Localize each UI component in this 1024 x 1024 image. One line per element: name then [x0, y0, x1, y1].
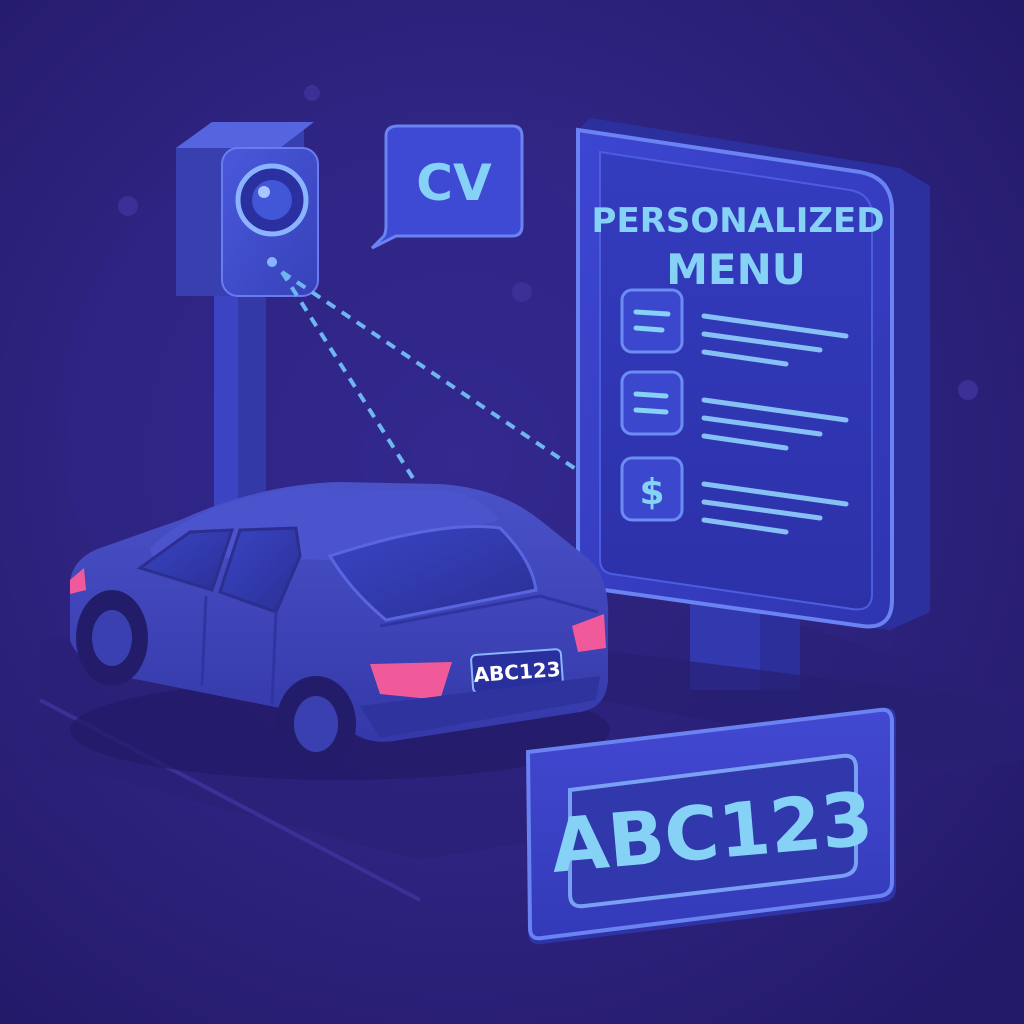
cv-speech-bubble: CV — [370, 124, 524, 250]
list-icon — [620, 370, 684, 436]
bokeh-dot — [304, 85, 320, 101]
menu-title-line2: MENU — [666, 245, 806, 294]
dollar-icon: $ — [620, 456, 684, 522]
bokeh-dot — [118, 196, 138, 216]
scene-svg: CV PERSONALIZED MENU $ ABC123 ABC123 — [0, 0, 1024, 1024]
camera-pole — [214, 290, 266, 520]
wheel — [276, 676, 356, 772]
wheel — [76, 590, 148, 686]
menu-title-line1: PERSONALIZED — [592, 201, 885, 241]
camera — [176, 122, 319, 297]
dollar-symbol: $ — [639, 472, 664, 513]
illustration: CV PERSONALIZED MENU $ ABC123 ABC123 — [0, 0, 1024, 1024]
camera-lens-icon — [235, 163, 309, 237]
cv-label: CV — [416, 154, 492, 212]
bokeh-dot — [958, 380, 978, 400]
list-icon — [620, 288, 684, 354]
menu-board: PERSONALIZED MENU $ — [576, 118, 930, 630]
bokeh-dot — [512, 282, 532, 302]
